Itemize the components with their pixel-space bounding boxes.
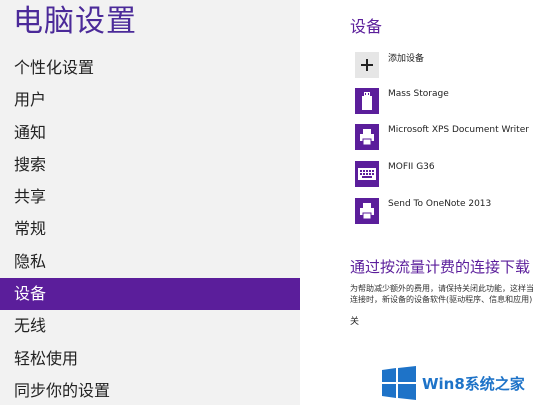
nav-item-personalize[interactable]: 个性化设置 <box>0 52 300 84</box>
metered-download-heading: 通过按流量计费的连接下载 <box>350 258 531 276</box>
device-item-xps-writer[interactable]: Microsoft XPS Document Writer <box>355 124 550 150</box>
watermark-text: Win8系统之家 <box>422 374 525 393</box>
device-item-send-to-onenote[interactable]: Send To OneNote 2013 <box>355 198 550 224</box>
nav-item-privacy[interactable]: 隐私 <box>0 246 300 278</box>
nav-item-wireless[interactable]: 无线 <box>0 310 300 342</box>
nav-item-devices[interactable]: 设备 <box>0 278 300 311</box>
nav-item-share[interactable]: 共享 <box>0 181 300 213</box>
description-line: 为帮助减少额外的费用，请保持关闭此功能，这样当 <box>350 284 534 293</box>
devices-content-pane: 设备 添加设备 Mass Storage Microsoft XPS Docum… <box>300 0 553 405</box>
add-device-button[interactable]: 添加设备 <box>355 52 550 78</box>
nav-item-sync-settings[interactable]: 同步你的设置 <box>0 375 300 405</box>
metered-download-description: 为帮助减少额外的费用，请保持关闭此功能，这样当 连接时，新设备的设备软件(驱动程… <box>350 283 550 305</box>
nav-item-general[interactable]: 常规 <box>0 213 300 245</box>
printer-icon <box>355 124 379 150</box>
metered-download-toggle-state[interactable]: 关 <box>350 314 359 327</box>
device-label: Microsoft XPS Document Writer <box>388 125 529 135</box>
device-item-mass-storage[interactable]: Mass Storage <box>355 88 550 114</box>
plus-icon <box>355 52 379 78</box>
keyboard-icon <box>355 161 379 187</box>
page-title: 电脑设置 <box>13 4 137 39</box>
windows-logo-icon <box>382 366 416 400</box>
devices-section-title: 设备 <box>350 17 383 36</box>
description-line: 连接时，新设备的设备软件(驱动程序、信息和应用) <box>350 295 533 304</box>
usb-drive-icon <box>355 88 379 114</box>
device-label: Send To OneNote 2013 <box>388 199 492 209</box>
settings-nav-pane: 电脑设置 个性化设置 用户 通知 搜索 共享 常规 隐私 设备 无线 轻松使用 … <box>0 0 300 405</box>
device-label: MOFII G36 <box>388 162 435 172</box>
nav-item-notifications[interactable]: 通知 <box>0 117 300 149</box>
nav-list: 个性化设置 用户 通知 搜索 共享 常规 隐私 设备 无线 轻松使用 同步你的设… <box>0 52 300 405</box>
device-item-mofii-g36[interactable]: MOFII G36 <box>355 161 550 187</box>
watermark: Win8系统之家 <box>382 365 550 401</box>
device-label: Mass Storage <box>388 89 449 99</box>
device-label: 添加设备 <box>388 54 425 64</box>
printer-icon <box>355 198 379 224</box>
nav-item-users[interactable]: 用户 <box>0 84 300 116</box>
nav-item-ease-of-access[interactable]: 轻松使用 <box>0 343 300 375</box>
nav-item-search[interactable]: 搜索 <box>0 149 300 181</box>
